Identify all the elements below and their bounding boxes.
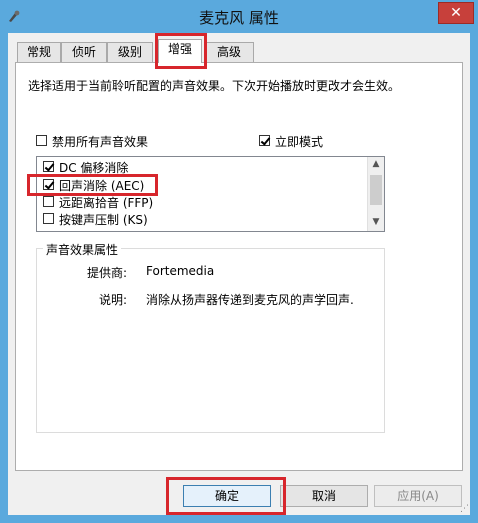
tab-general[interactable]: 常规 bbox=[17, 42, 61, 62]
close-icon: ✕ bbox=[450, 5, 462, 21]
tab-advanced[interactable]: 高级 bbox=[204, 42, 254, 62]
immediate-mode-checkbox[interactable] bbox=[259, 135, 270, 146]
group-title: 声音效果属性 bbox=[43, 241, 122, 258]
scroll-down-icon[interactable]: ▼ bbox=[368, 215, 384, 229]
provider-label: 提供商: bbox=[86, 266, 127, 280]
title-bar[interactable]: 麦克风 属性 ✕ bbox=[0, 0, 478, 34]
cancel-button[interactable]: 取消 bbox=[280, 485, 368, 507]
scroll-up-icon[interactable]: ▲ bbox=[368, 157, 384, 171]
window-frame: 麦克风 属性 ✕ 常规 侦听 级别 增强 高级 选择适用于当前聆听配置的声音效果… bbox=[0, 0, 478, 523]
ffp-checkbox[interactable] bbox=[43, 196, 54, 207]
ks-checkbox[interactable] bbox=[43, 213, 54, 224]
list-scrollbar[interactable]: ▲ ▼ bbox=[367, 157, 384, 231]
effects-list[interactable]: DC 偏移消除 回声消除 (AEC) 远距离拾音 (FFP) 按键声压制 (KS… bbox=[36, 156, 385, 232]
aec-checkbox[interactable] bbox=[43, 179, 54, 190]
provider-value: Fortemedia bbox=[146, 264, 215, 278]
close-button[interactable]: ✕ bbox=[438, 2, 474, 24]
tab-listen[interactable]: 侦听 bbox=[61, 42, 107, 62]
disable-all-checkbox[interactable] bbox=[36, 135, 47, 146]
apply-button[interactable]: 应用(A) bbox=[374, 485, 462, 507]
dc-offset-checkbox[interactable] bbox=[43, 161, 54, 172]
scroll-thumb[interactable] bbox=[370, 175, 382, 205]
dialog-client: 常规 侦听 级别 增强 高级 选择适用于当前聆听配置的声音效果。下次开始播放时更… bbox=[8, 33, 470, 515]
tab-levels[interactable]: 级别 bbox=[107, 42, 153, 62]
tab-enhancements[interactable]: 增强 bbox=[158, 39, 202, 63]
description-text: 选择适用于当前聆听配置的声音效果。下次开始播放时更改才会生效。 bbox=[28, 79, 401, 93]
immediate-mode-label: 立即模式 bbox=[275, 135, 324, 149]
description-label: 说明: bbox=[98, 293, 127, 307]
resize-grip-icon[interactable]: ⋰ bbox=[460, 504, 469, 514]
effect-properties-group: 声音效果属性 提供商: Fortemedia 说明: 消除从扬声器传递到麦克风的… bbox=[36, 241, 385, 433]
window-title: 麦克风 属性 bbox=[199, 9, 279, 27]
description-value: 消除从扬声器传递到麦克风的声学回声. bbox=[146, 293, 354, 307]
ok-button[interactable]: 确定 bbox=[183, 485, 271, 507]
disable-all-label: 禁用所有声音效果 bbox=[52, 135, 149, 149]
